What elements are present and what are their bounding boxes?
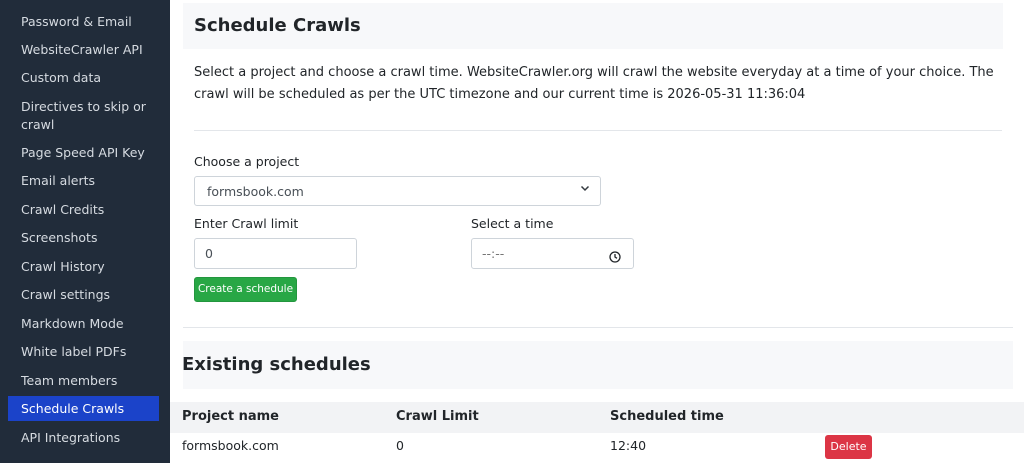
table-header <box>170 402 1024 433</box>
time-label: Select a time <box>471 216 554 231</box>
project-select-value: formsbook.com <box>207 184 304 199</box>
sidebar-item-email-alerts[interactable]: Email alerts <box>8 172 159 190</box>
sidebar-item-crawl-history[interactable]: Crawl History <box>8 258 159 276</box>
crawl-limit-input-box <box>194 238 357 269</box>
divider <box>183 327 1013 328</box>
main-content: Schedule Crawls Select a project and cho… <box>170 0 1024 463</box>
time-input-box <box>471 238 634 269</box>
sidebar-item-markdown-mode[interactable]: Markdown Mode <box>8 315 159 333</box>
sidebar-item-password-email[interactable]: Password & Email <box>8 13 159 31</box>
time-input[interactable] <box>482 246 602 261</box>
project-label: Choose a project <box>194 154 300 169</box>
sidebar-item-screenshots[interactable]: Screenshots <box>8 229 159 247</box>
sidebar-item-crawl-settings[interactable]: Crawl settings <box>8 286 159 304</box>
sidebar-item-schedule-crawls[interactable]: Schedule Crawls <box>8 396 159 421</box>
project-select[interactable]: formsbook.com <box>194 176 601 206</box>
sidebar-item-page-speed-api-key[interactable]: Page Speed API Key <box>8 144 159 162</box>
column-header-crawl-limit: Crawl Limit <box>396 409 479 424</box>
cell-project: formsbook.com <box>182 438 279 453</box>
page-title: Schedule Crawls <box>194 15 361 36</box>
sidebar: Password & Email WebsiteCrawler API Cust… <box>0 0 170 463</box>
sidebar-item-team-members[interactable]: Team members <box>8 372 159 390</box>
sidebar-item-websitecrawler-api[interactable]: WebsiteCrawler API <box>8 41 159 59</box>
sidebar-item-directives[interactable]: Directives to skip or crawl <box>8 98 148 134</box>
page-description: Select a project and choose a crawl time… <box>194 65 994 102</box>
schedules-title: Existing schedules <box>182 354 371 375</box>
sidebar-item-api-integrations[interactable]: API Integrations <box>8 429 159 447</box>
delete-button[interactable]: Delete <box>825 435 872 459</box>
divider <box>194 130 1002 131</box>
sidebar-item-crawl-credits[interactable]: Crawl Credits <box>8 201 159 219</box>
cell-crawl-limit: 0 <box>396 438 404 453</box>
cell-scheduled-time: 12:40 <box>610 438 647 453</box>
column-header-project: Project name <box>182 409 279 424</box>
crawl-limit-input[interactable] <box>205 246 325 261</box>
chevron-down-icon <box>580 183 590 196</box>
sidebar-item-white-label-pdfs[interactable]: White label PDFs <box>8 343 159 361</box>
crawl-limit-label: Enter Crawl limit <box>194 216 299 231</box>
column-header-scheduled-time: Scheduled time <box>610 409 724 424</box>
create-schedule-button[interactable]: Create a schedule <box>194 277 297 302</box>
sidebar-item-custom-data[interactable]: Custom data <box>8 69 159 87</box>
clock-icon[interactable] <box>609 248 621 267</box>
